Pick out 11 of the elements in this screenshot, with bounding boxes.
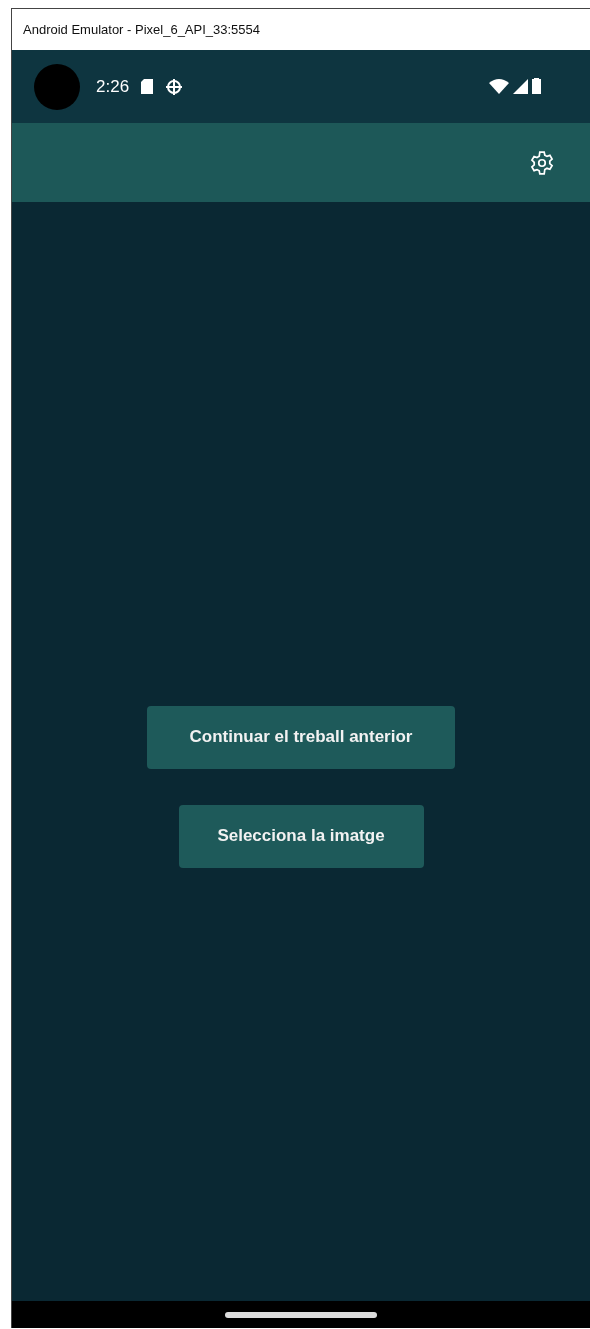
sd-card-icon [141, 79, 154, 94]
action-button[interactable]: Continuar el treball anterior [147, 705, 455, 769]
home-indicator[interactable] [225, 1311, 377, 1318]
debug-icon [165, 77, 184, 96]
status-time: 2:26 [96, 76, 130, 97]
wifi-icon [489, 78, 509, 94]
settings-icon[interactable] [529, 149, 555, 176]
signal-icon [513, 78, 528, 94]
action-button[interactable]: Selecciona la imatge [178, 804, 424, 868]
battery-icon [532, 78, 541, 94]
camera-cutout [34, 63, 80, 110]
